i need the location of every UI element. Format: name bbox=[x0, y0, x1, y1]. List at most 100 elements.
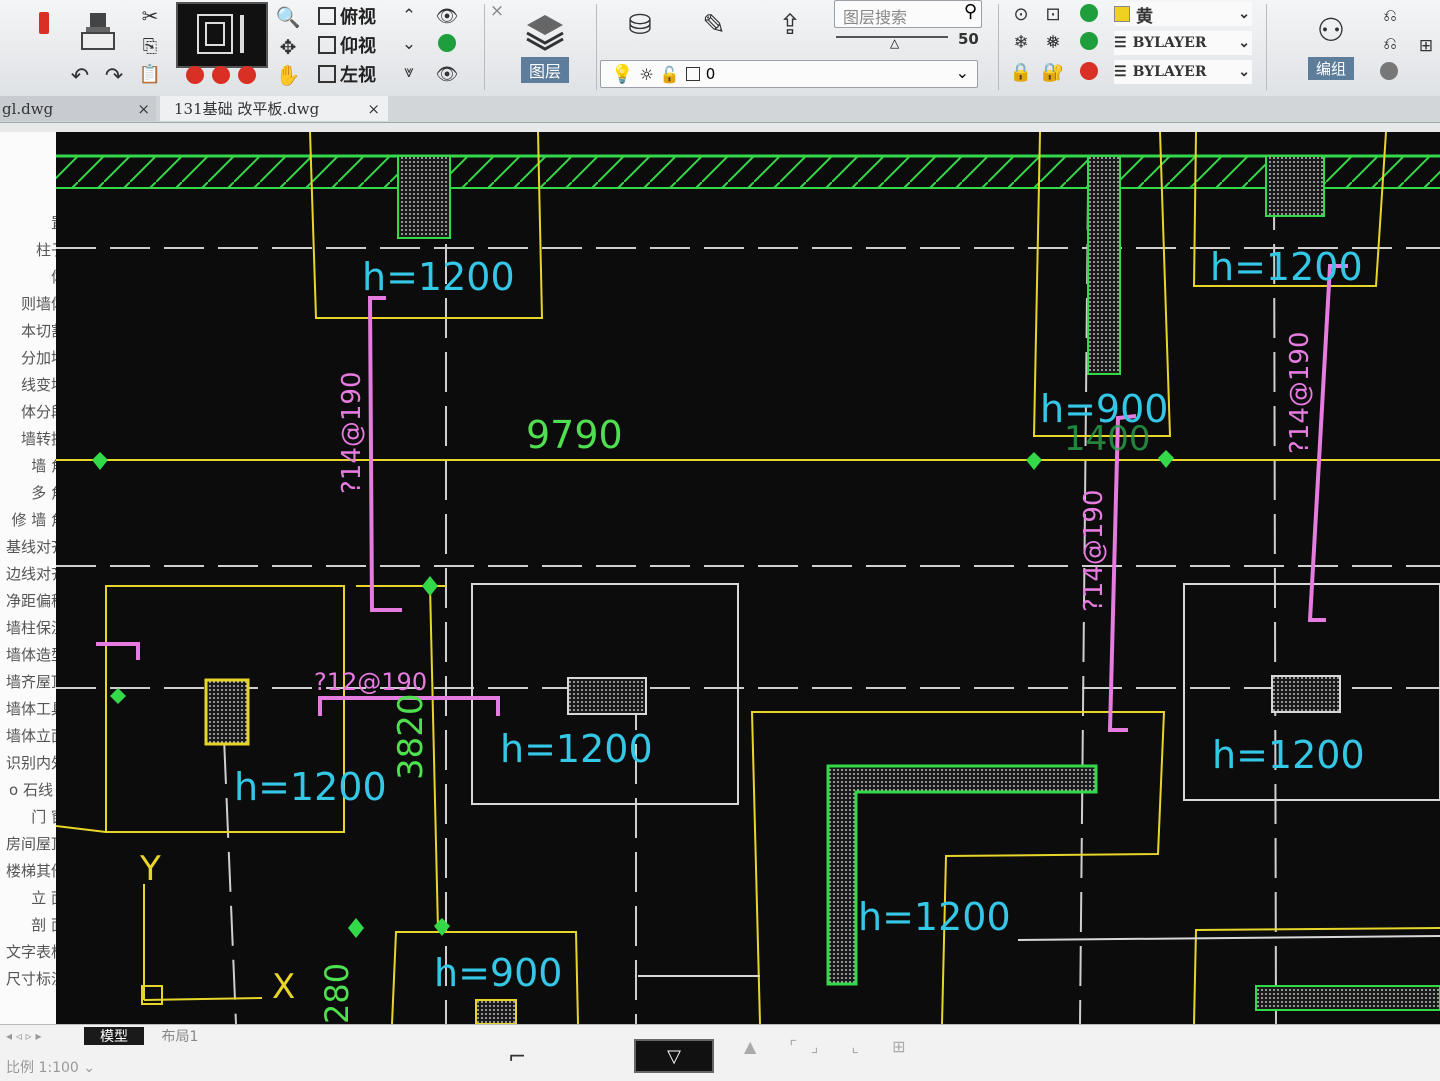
tab-layout[interactable]: 布局1 bbox=[150, 1027, 210, 1045]
viewport-icon[interactable] bbox=[176, 2, 268, 68]
layer-lock-icon[interactable]: 🔒 bbox=[1008, 60, 1034, 84]
group-add-icon[interactable] bbox=[1380, 62, 1398, 80]
close-panel-icon[interactable]: × bbox=[488, 1, 506, 21]
layer-edit-icon[interactable]: ✎ bbox=[690, 4, 738, 44]
separator bbox=[484, 4, 485, 90]
undo-icon[interactable]: ↶ bbox=[66, 64, 94, 89]
rebar-label[interactable]: ?14@190 bbox=[1285, 331, 1315, 454]
record-icon-2[interactable] bbox=[212, 66, 230, 84]
eye-icon-2[interactable]: 👁 bbox=[432, 62, 462, 86]
scroll-down-icon[interactable]: ⌄ bbox=[400, 32, 418, 56]
layer-add-icon-2[interactable] bbox=[1080, 32, 1098, 50]
column[interactable] bbox=[1271, 675, 1341, 713]
rebar-label[interactable]: ?14@190 bbox=[1079, 489, 1109, 612]
wall[interactable] bbox=[1255, 985, 1440, 1011]
add-green-icon[interactable] bbox=[438, 34, 456, 52]
cut-icon[interactable]: ✂ bbox=[138, 4, 162, 28]
layers-icon bbox=[526, 15, 564, 51]
layer-up-icon[interactable]: ⇪ bbox=[766, 4, 814, 44]
lock-icon[interactable]: 🔓 bbox=[660, 65, 680, 84]
bottom-view-icon bbox=[318, 36, 336, 54]
drawing-canvas[interactable]: 9790 3820 280 ?14@190 ?14@190 ?14@190 ?1… bbox=[56, 132, 1440, 1024]
linetype-select[interactable]: ☰ BYLAYER ⌄ bbox=[1114, 31, 1252, 55]
layer-unlock-icon[interactable]: 🔐 bbox=[1040, 60, 1066, 84]
column[interactable] bbox=[1265, 155, 1325, 217]
group-icon: ⚇ bbox=[1316, 10, 1346, 49]
redo-icon[interactable]: ↷ bbox=[100, 64, 128, 89]
chevron-down-icon[interactable]: ⌄ bbox=[956, 63, 969, 82]
l-shaped-wall[interactable] bbox=[826, 764, 1098, 986]
file-tab-active[interactable]: 131基础 改平板.dwg × bbox=[160, 96, 388, 121]
layer-delete-icon[interactable] bbox=[1080, 62, 1098, 80]
slider-value: 50 bbox=[958, 30, 979, 48]
search-icon[interactable]: ⚲ bbox=[964, 1, 977, 22]
pan-icon[interactable]: ✋ bbox=[274, 62, 302, 88]
color-select[interactable]: 黄 ⌄ bbox=[1114, 2, 1252, 27]
separator bbox=[1266, 4, 1267, 90]
wall-hatch bbox=[56, 156, 1440, 188]
height-label[interactable]: h=1200 bbox=[858, 895, 1011, 939]
close-icon[interactable]: × bbox=[367, 100, 380, 118]
height-label[interactable]: h=900 bbox=[434, 951, 562, 995]
chevron-down-icon[interactable]: ⌄ bbox=[1238, 35, 1250, 51]
ungroup-icon[interactable]: ⎌ bbox=[1378, 4, 1402, 28]
record-icon-3[interactable] bbox=[238, 66, 256, 84]
zoom-icon[interactable]: 🔍 bbox=[274, 4, 302, 30]
bulb-icon[interactable]: 💡 bbox=[611, 64, 633, 85]
close-file-icon[interactable] bbox=[36, 10, 52, 36]
group-edit-icon[interactable]: ⎌ bbox=[1378, 32, 1402, 56]
view-bottom[interactable]: 仰视 bbox=[318, 32, 400, 58]
tab-nav-icons[interactable]: ◂ ◃ ▹ ▸ bbox=[6, 1029, 42, 1043]
tab-model[interactable]: 模型 bbox=[84, 1027, 144, 1045]
freeze-vp-icon[interactable]: ❅ bbox=[1040, 30, 1066, 54]
group-button[interactable]: ⚇ 编组 bbox=[1296, 2, 1366, 88]
expand-icon[interactable]: ⩔ bbox=[400, 60, 418, 84]
column[interactable] bbox=[397, 155, 451, 239]
sun-icon[interactable]: ☼ bbox=[639, 65, 653, 84]
column[interactable] bbox=[1087, 155, 1121, 375]
dimension-text[interactable]: 9790 bbox=[526, 413, 623, 457]
ucs-y-label: Y bbox=[139, 849, 161, 889]
record-icon-1[interactable] bbox=[186, 66, 204, 84]
height-label[interactable]: h=1200 bbox=[1210, 245, 1363, 289]
command-icon[interactable]: ⌐ bbox=[508, 1045, 526, 1070]
height-label[interactable]: h=1200 bbox=[1212, 733, 1365, 777]
lineweight-select[interactable]: ☰ BYLAYER ⌄ bbox=[1114, 60, 1252, 84]
rebar-label[interactable]: ?14@190 bbox=[337, 371, 367, 494]
chevron-down-icon[interactable]: ⌄ bbox=[1238, 64, 1250, 80]
status-icons[interactable]: ▲ ⌜⌟ ⌞ ⊞ bbox=[744, 1037, 919, 1056]
match-properties-icon[interactable] bbox=[70, 8, 126, 58]
rebar-label[interactable]: ?12@190 bbox=[314, 668, 427, 696]
height-label[interactable]: h=1200 bbox=[362, 255, 515, 299]
copy-icon[interactable]: ⎘ bbox=[138, 34, 162, 58]
dimension-text[interactable]: 3820 bbox=[391, 693, 431, 780]
orbit-icon[interactable]: ✥ bbox=[274, 34, 302, 60]
freeze-icon[interactable]: ❄ bbox=[1008, 30, 1034, 54]
paste-icon[interactable]: 📋 bbox=[138, 62, 162, 86]
layer-add-icon[interactable] bbox=[1080, 4, 1098, 22]
column[interactable] bbox=[567, 677, 647, 715]
layer-isolate-icon[interactable]: ⊙ bbox=[1008, 2, 1034, 26]
snap-toggle[interactable]: ▽ bbox=[634, 1039, 714, 1073]
eye-icon[interactable]: 👁 bbox=[432, 4, 462, 28]
layer-state-icon[interactable]: ⛁ bbox=[616, 4, 664, 44]
group-extra-icon[interactable]: ⊞ bbox=[1414, 34, 1438, 58]
scroll-up-icon[interactable]: ⌃ bbox=[400, 4, 418, 28]
view-top[interactable]: 俯视 bbox=[318, 3, 400, 29]
column[interactable] bbox=[475, 999, 517, 1024]
height-label[interactable]: h=1200 bbox=[234, 765, 387, 809]
current-layer-select[interactable]: 💡 ☼ 🔓 0 ⌄ bbox=[600, 60, 978, 88]
slider-handle-icon[interactable]: △ bbox=[890, 36, 899, 50]
chevron-down-icon[interactable]: ⌄ bbox=[1238, 6, 1250, 22]
close-icon[interactable]: × bbox=[137, 100, 150, 118]
dimension-text[interactable]: 280 bbox=[318, 963, 356, 1024]
view-left[interactable]: 左视 bbox=[318, 61, 400, 87]
file-tab[interactable]: gl.dwg × bbox=[0, 96, 156, 121]
column[interactable] bbox=[204, 678, 250, 746]
layer-off-icon[interactable]: ⊡ bbox=[1040, 2, 1066, 26]
layer-button[interactable]: 图层 bbox=[512, 2, 578, 88]
overlap-dimension-text[interactable]: 1400 bbox=[1064, 419, 1151, 459]
scale-select[interactable]: 比例 1:100 ⌄ bbox=[6, 1057, 95, 1077]
layer-search-input[interactable]: 图层搜索 ⚲ bbox=[834, 0, 982, 28]
height-label[interactable]: h=1200 bbox=[500, 727, 653, 771]
